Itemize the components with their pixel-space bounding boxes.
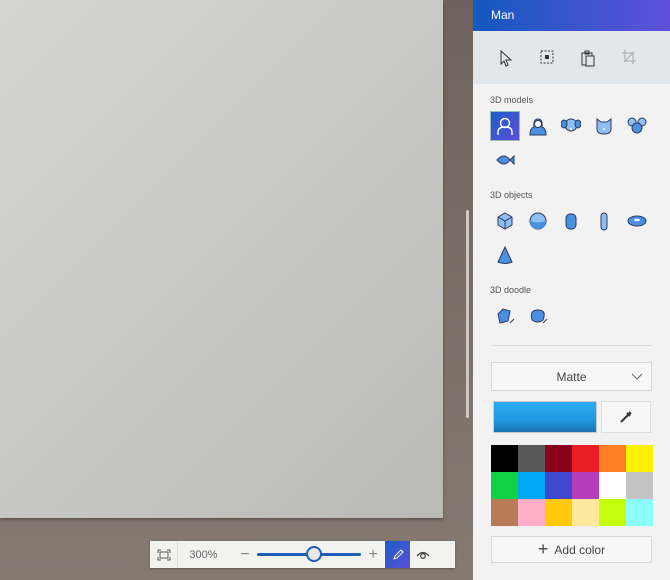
vertical-scrollbar[interactable] [466,210,469,418]
cone-icon [497,245,513,264]
shape-grid [473,295,670,335]
color-swatch[interactable] [572,445,599,472]
crop-select-icon[interactable] [539,49,557,67]
cat-icon [596,118,612,135]
cylinder-button[interactable] [556,206,586,236]
color-swatch[interactable] [491,445,518,472]
zoom-toolbar: 300% − + [150,541,455,568]
soft-edge-doodle-icon [530,309,548,324]
fit-screen-icon [157,549,170,560]
fish-icon [496,154,515,166]
edit-mode-button[interactable] [385,541,410,568]
tool-row [473,31,670,84]
panel-title: Man [473,0,670,31]
shape-grid [473,200,670,274]
dog-icon [561,118,581,132]
select-icon[interactable] [498,49,516,67]
zoom-out-button[interactable]: − [233,541,257,568]
mouse-icon [627,117,647,134]
sharp-edge-doodle-button[interactable] [490,301,520,331]
color-swatch[interactable] [545,499,572,526]
fish-button[interactable] [490,145,520,175]
color-swatch[interactable] [518,445,545,472]
zoom-in-button[interactable]: + [361,541,385,568]
cylinder-icon [565,213,577,230]
color-swatch[interactable] [491,472,518,499]
pen-icon [392,548,404,560]
color-palette [491,445,653,526]
add-color-label: Add color [554,542,606,557]
color-swatch[interactable] [491,499,518,526]
sphere-button[interactable] [523,206,553,236]
cat-button[interactable] [589,111,619,141]
color-swatch[interactable] [572,472,599,499]
eyedropper-button[interactable] [601,401,651,433]
color-swatch[interactable] [599,472,626,499]
color-swatch[interactable] [626,499,653,526]
3d-shapes-panel: Man 3D models 3D objects 3D doodle Matte +… [473,0,670,580]
add-color-button[interactable]: + Add color [491,536,652,563]
color-swatch[interactable] [545,472,572,499]
material-dropdown[interactable]: Matte [491,362,652,391]
zoom-slider-thumb[interactable] [306,546,323,562]
eye-icon [416,551,430,559]
color-swatch[interactable] [518,499,545,526]
chevron-down-icon [631,373,643,380]
color-swatch[interactable] [599,445,626,472]
man-icon [497,117,513,135]
capsule-icon [600,212,608,231]
color-swatch[interactable] [518,472,545,499]
divider [491,345,652,346]
section-heading: 3D objects [490,190,533,200]
current-color-swatch[interactable] [493,401,597,433]
mouse-button[interactable] [622,111,652,141]
woman-button[interactable] [523,111,553,141]
color-swatch[interactable] [572,499,599,526]
cube-button[interactable] [490,206,520,236]
zoom-level: 300% [189,548,218,561]
soft-edge-doodle-button[interactable] [523,301,553,331]
donut-button[interactable] [622,206,652,236]
capsule-button[interactable] [589,206,619,236]
cone-button[interactable] [490,240,520,270]
sphere-icon [529,212,547,230]
crop-icon[interactable] [621,49,639,67]
color-swatch[interactable] [626,472,653,499]
section-heading: 3D doodle [490,285,532,295]
woman-icon [529,118,547,136]
section-heading: 3D models [490,95,534,105]
fit-to-screen-button[interactable] [150,541,178,568]
sharp-edge-doodle-icon [497,308,515,324]
dog-button[interactable] [556,111,586,141]
zoom-slider[interactable] [257,541,361,568]
man-button[interactable] [490,111,520,141]
paste-icon[interactable] [580,49,598,67]
canvas[interactable] [0,0,443,518]
donut-icon [627,215,647,227]
color-swatch[interactable] [545,445,572,472]
shape-grid [473,105,670,179]
cube-icon [497,212,513,230]
color-swatch[interactable] [626,445,653,472]
view-mode-button[interactable] [410,541,436,568]
plus-icon: + [537,539,549,559]
eyedropper-icon [620,411,632,423]
material-value: Matte [556,369,587,384]
color-swatch[interactable] [599,499,626,526]
workspace: 300% − + [0,0,473,580]
